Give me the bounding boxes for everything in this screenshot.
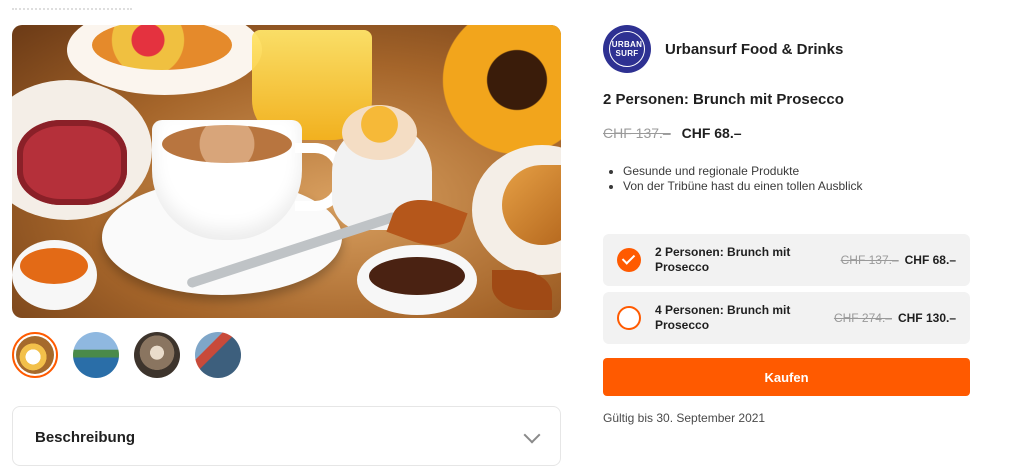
top-divider xyxy=(12,0,132,10)
description-title: Beschreibung xyxy=(35,429,136,446)
vendor-header: URBAN SURF Urbansurf Food & Drinks xyxy=(603,25,843,73)
feature-item: Gesunde und regionale Produkte xyxy=(623,164,863,179)
option-sale-price: CHF 68.– xyxy=(904,253,956,267)
image-leaf xyxy=(492,270,552,310)
validity-text: Gültig bis 30. September 2021 xyxy=(603,411,766,425)
thumbnail-venue[interactable] xyxy=(195,332,241,378)
image-coffee xyxy=(162,125,292,163)
option-label: 2 Personen: Brunch mit Prosecco xyxy=(655,245,791,274)
option-price: CHF 274.– CHF 130.– xyxy=(834,311,956,325)
price-block: CHF 137.– CHF 68.– xyxy=(603,125,742,141)
image-egg xyxy=(342,105,417,160)
option-4-persons[interactable]: 4 Personen: Brunch mit Prosecco CHF 274.… xyxy=(603,292,970,344)
option-original-price: CHF 137.– xyxy=(840,253,899,267)
sale-price: CHF 68.– xyxy=(681,125,742,141)
checkmark-radio-icon[interactable] xyxy=(617,248,641,272)
feature-list: Gesunde und regionale Produkte Von der T… xyxy=(608,164,863,194)
description-accordion[interactable]: Beschreibung xyxy=(12,406,561,466)
option-2-persons[interactable]: 2 Personen: Brunch mit Prosecco CHF 137.… xyxy=(603,234,970,286)
chevron-down-icon[interactable] xyxy=(523,426,541,444)
image-salami xyxy=(17,120,127,205)
option-original-price: CHF 274.– xyxy=(833,311,892,325)
thumbnail-pool[interactable] xyxy=(73,332,119,378)
buy-button[interactable]: Kaufen xyxy=(603,358,970,396)
feature-item: Von der Tribüne hast du einen tollen Aus… xyxy=(623,179,863,194)
image-sunflower xyxy=(437,25,561,160)
product-title: 2 Personen: Brunch mit Prosecco xyxy=(603,91,844,108)
thumbnail-brunch[interactable] xyxy=(12,332,58,378)
vendor-name[interactable]: Urbansurf Food & Drinks xyxy=(665,41,843,58)
option-label: 4 Personen: Brunch mit Prosecco xyxy=(655,303,791,332)
radio-empty-icon[interactable] xyxy=(617,306,641,330)
image-jam-bowl xyxy=(12,240,97,310)
logo-text: URBAN SURF xyxy=(609,31,645,67)
vendor-logo[interactable]: URBAN SURF xyxy=(603,25,651,73)
original-price: CHF 137.– xyxy=(603,125,671,141)
option-price: CHF 137.– CHF 68.– xyxy=(841,253,956,267)
option-sale-price: CHF 130.– xyxy=(897,311,956,325)
image-chocolate-bowl xyxy=(357,245,477,315)
thumbnail-interior[interactable] xyxy=(134,332,180,378)
thumbnail-strip xyxy=(12,332,241,378)
product-main-image[interactable] xyxy=(12,25,561,318)
